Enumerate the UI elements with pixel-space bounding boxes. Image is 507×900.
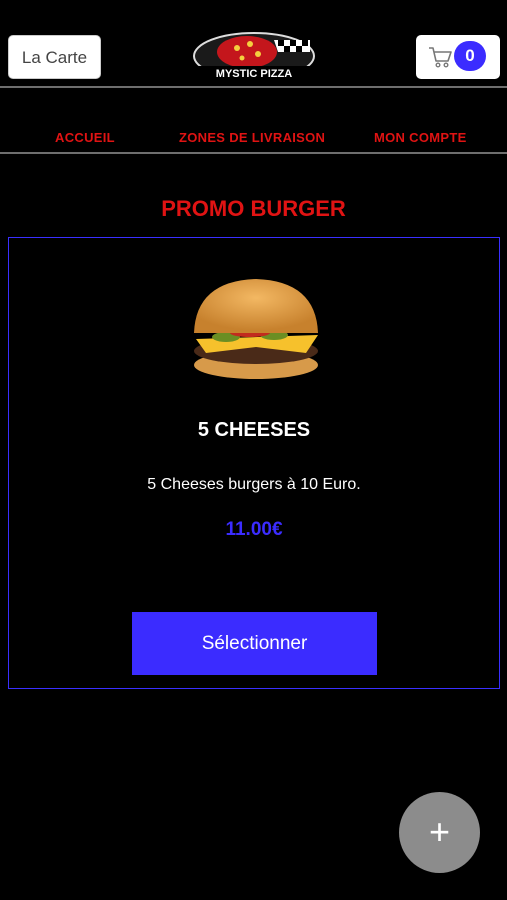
- mystic-pizza-logo[interactable]: MYSTIC PIZZA: [192, 28, 316, 84]
- cart-count-badge: 0: [454, 41, 486, 71]
- add-fab-button[interactable]: +: [399, 792, 480, 873]
- main-nav: ACCUEIL ZONES DE LIVRAISON MON COMPTE: [0, 120, 507, 154]
- nav-item-mon-compte[interactable]: MON COMPTE: [374, 130, 467, 145]
- nav-item-accueil[interactable]: ACCUEIL: [55, 130, 115, 145]
- plus-icon: +: [428, 811, 451, 852]
- cart-button[interactable]: 0: [416, 35, 500, 79]
- burger-image: [194, 279, 318, 379]
- product-price: 11.00€: [225, 519, 283, 540]
- la-carte-button[interactable]: La Carte: [8, 35, 101, 79]
- select-button[interactable]: Sélectionner: [132, 612, 377, 675]
- product-name: 5 CHEESES: [197, 419, 311, 441]
- product-description: 5 Cheeses burgers à 10 Euro.: [147, 476, 361, 493]
- nav-divider: [0, 152, 507, 154]
- product-card: 5 CHEESES 5 Cheeses burgers à 10 Euro. 1…: [8, 237, 500, 689]
- header-divider: [0, 86, 507, 88]
- svg-text:MYSTIC PIZZA: MYSTIC PIZZA: [216, 68, 292, 80]
- section-title: PROMO BURGER: [161, 196, 346, 221]
- nav-item-zones-de-livraison[interactable]: ZONES DE LIVRAISON: [179, 130, 325, 145]
- shopping-cart-icon: [429, 47, 452, 68]
- top-bar: La Carte MYSTIC PIZZA 0: [0, 0, 507, 87]
